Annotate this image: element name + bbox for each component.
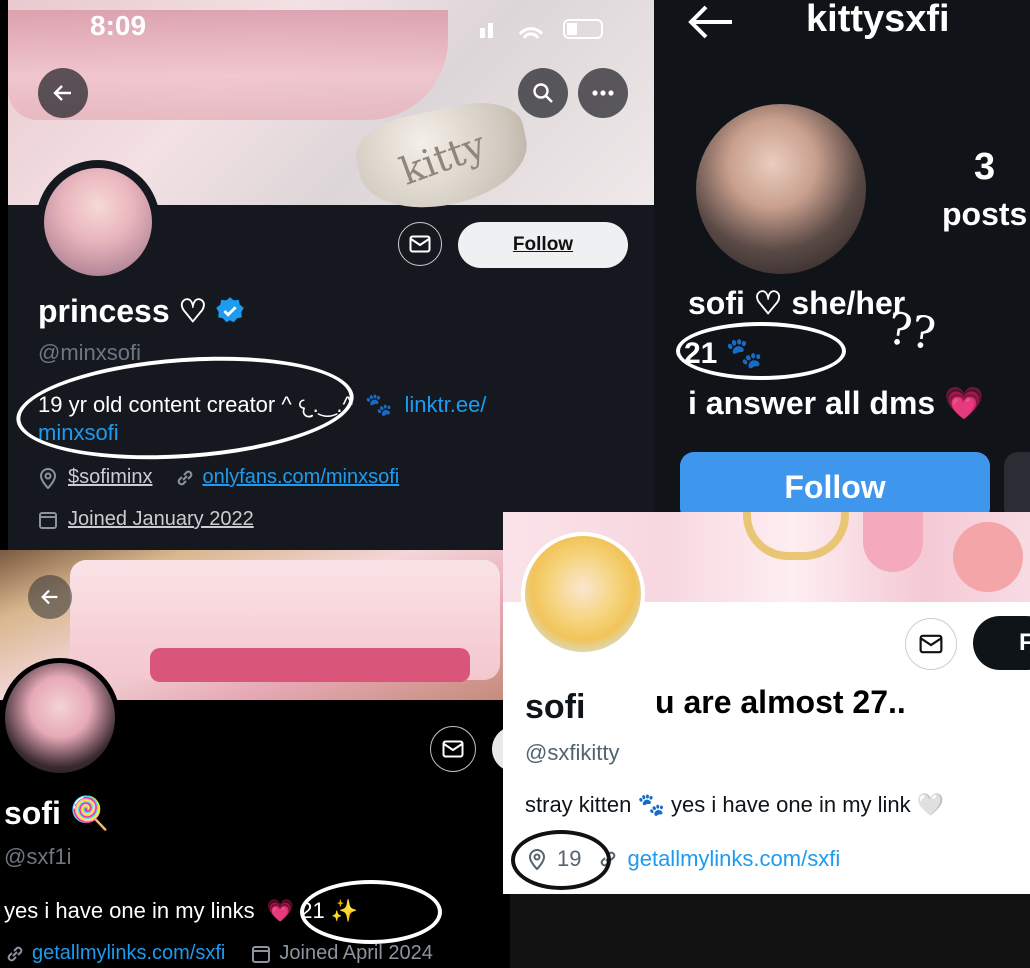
follow-label-partial: F bbox=[1019, 629, 1030, 656]
website-link[interactable]: getallmylinks.com/sxfi bbox=[627, 846, 840, 872]
joined-text: Joined January 2022 bbox=[68, 508, 254, 530]
banner-cupcake bbox=[863, 512, 923, 572]
follow-label: Follow bbox=[784, 468, 886, 505]
handle: @sxfikitty bbox=[525, 740, 620, 765]
heart-tag-text: kitty bbox=[394, 121, 492, 194]
message-button[interactable] bbox=[905, 618, 957, 670]
follow-label: Follow bbox=[512, 234, 574, 255]
display-name: sofi 🍭 bbox=[4, 795, 110, 831]
search-button[interactable] bbox=[518, 68, 568, 118]
message-button[interactable] bbox=[430, 726, 476, 772]
bio: i answer all dms 💗 bbox=[688, 385, 984, 421]
website-link[interactable]: getallmylinks.com/sxfi bbox=[32, 942, 225, 965]
handle: @minxsofi bbox=[38, 340, 142, 365]
location-circle-annotation bbox=[511, 830, 611, 890]
joined-text: Joined April 2024 bbox=[279, 942, 433, 964]
meta-row: getallmylinks.com/sxfi Joined April 2024 bbox=[4, 942, 433, 965]
banner-heart bbox=[743, 512, 849, 560]
age-circle-annotation bbox=[300, 880, 442, 944]
mail-icon bbox=[409, 235, 431, 253]
bio-part1: yes i have one in my links bbox=[4, 898, 255, 923]
background-strip bbox=[510, 894, 1030, 968]
verified-icon bbox=[216, 297, 244, 323]
calendar-icon bbox=[252, 945, 271, 963]
more-icon bbox=[592, 90, 614, 96]
display-name: princess ♡ bbox=[38, 292, 245, 330]
posts-label: posts bbox=[942, 196, 1028, 232]
secondary-button[interactable] bbox=[1004, 452, 1030, 520]
website-link[interactable]: onlyfans.com/minxsofi bbox=[202, 466, 399, 489]
name-pronouns: sofi ♡ she/her bbox=[688, 285, 906, 321]
back-button[interactable] bbox=[38, 68, 88, 118]
arrow-left-icon bbox=[53, 85, 71, 101]
caption-annotation: u are almost 27.. bbox=[655, 684, 906, 720]
display-name: sofi bbox=[525, 688, 586, 726]
question-note: ?? bbox=[884, 302, 939, 361]
status-icons bbox=[480, 14, 610, 42]
message-button[interactable] bbox=[398, 222, 442, 266]
avatar[interactable] bbox=[36, 160, 160, 284]
avatar[interactable] bbox=[521, 532, 645, 656]
calendar-icon bbox=[39, 511, 57, 529]
mail-icon bbox=[442, 740, 464, 758]
follow-button-partial[interactable]: F bbox=[973, 616, 1030, 670]
profile-kittysxfi: kittysxfi 3 posts sofi ♡ she/her 21 🐾 ??… bbox=[654, 0, 1030, 520]
avatar[interactable] bbox=[0, 658, 120, 778]
mail-icon bbox=[919, 634, 943, 654]
profile-title: kittysxfi bbox=[806, 0, 950, 40]
location-row: $sofiminx onlyfans.com/minxsofi bbox=[38, 466, 399, 489]
posts-count: 3 bbox=[974, 146, 996, 188]
banner-macaron bbox=[953, 522, 1023, 592]
paw-icon: 🐾 bbox=[364, 392, 393, 417]
profile-sxf1i: sofi 🍭 @sxf1i yes i have one in my links… bbox=[0, 550, 510, 968]
link-icon bbox=[178, 470, 193, 485]
joined-row: Joined January 2022 bbox=[38, 508, 254, 531]
link-icon bbox=[7, 946, 23, 961]
location-text: $sofiminx bbox=[68, 466, 153, 488]
handle: @sxf1i bbox=[4, 844, 72, 869]
back-arrow-icon[interactable] bbox=[686, 2, 736, 42]
profile-sxfikitty: F sofi u are almost 27.. @sxfikitty stra… bbox=[503, 512, 1030, 894]
age-circle-annotation bbox=[676, 322, 846, 380]
avatar[interactable] bbox=[696, 104, 866, 274]
display-name-text: princess ♡ bbox=[38, 293, 208, 329]
follow-button[interactable]: Follow bbox=[458, 222, 628, 268]
follow-button[interactable]: Follow bbox=[680, 452, 990, 520]
back-button[interactable] bbox=[28, 575, 72, 619]
search-icon bbox=[533, 83, 553, 103]
arrow-left-icon bbox=[41, 589, 58, 605]
bio: stray kitten 🐾 yes i have one in my link… bbox=[525, 792, 945, 817]
bio-link-line1[interactable]: linktr.ee/ bbox=[404, 392, 486, 417]
pastry-filling bbox=[150, 648, 470, 682]
profile-princess: kitty 8:09 Follow princess ♡ @minxsofi 1… bbox=[8, 0, 658, 550]
more-button[interactable] bbox=[578, 68, 628, 118]
status-time: 8:09 bbox=[90, 10, 147, 41]
location-icon bbox=[39, 467, 57, 489]
